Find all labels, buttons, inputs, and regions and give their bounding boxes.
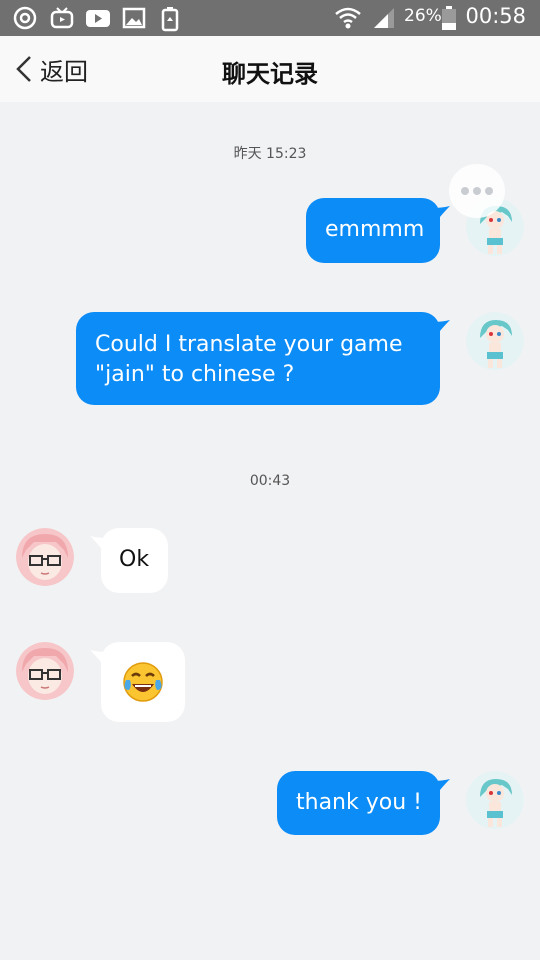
pink-hair-avatar-icon	[16, 642, 74, 700]
sync-icon	[13, 6, 37, 30]
anime-avatar-icon	[466, 312, 524, 370]
page-title: 聊天记录	[222, 60, 318, 88]
message-text-line: "jain" to chinese ?	[95, 362, 295, 387]
battery-icon	[442, 6, 456, 30]
signal-icon	[374, 8, 394, 28]
message-bubble-outgoing[interactable]: emmmm	[306, 198, 440, 263]
message-text: thank you !	[296, 790, 422, 815]
message-bubble-incoming[interactable]: 😂	[101, 642, 185, 722]
avatar-self[interactable]	[466, 312, 524, 370]
bubble-tail	[432, 206, 450, 222]
message-text-line: Could I translate your game	[95, 332, 403, 357]
battery-percent: 26%	[404, 6, 442, 26]
typing-dot	[473, 187, 481, 195]
anime-avatar-icon	[466, 771, 524, 829]
avatar-self[interactable]	[466, 771, 524, 829]
message-bubble-outgoing[interactable]: thank you !	[277, 771, 440, 835]
youtube-icon	[86, 10, 110, 27]
bubble-tail	[432, 320, 450, 336]
timestamp: 00:43	[249, 473, 291, 489]
title-bar: 返回 聊天记录	[0, 36, 540, 102]
bubble-tail	[432, 779, 450, 795]
typing-dot	[485, 187, 493, 195]
avatar-contact[interactable]	[16, 642, 74, 700]
timestamp: 昨天 15:23	[233, 146, 307, 162]
message-text: emmmm	[325, 217, 425, 242]
avatar-contact[interactable]	[16, 528, 74, 586]
tears-of-joy-emoji-icon	[123, 662, 163, 702]
message-text: Ok	[119, 547, 150, 572]
clock: 00:58	[465, 4, 526, 28]
pink-hair-avatar-icon	[16, 528, 74, 586]
message-bubble-incoming[interactable]: Ok	[101, 528, 168, 593]
typing-indicator	[449, 164, 505, 218]
wifi-icon	[335, 7, 361, 29]
message-bubble-outgoing[interactable]: Could I translate your game "jain" to ch…	[76, 312, 440, 405]
tv-app-icon	[50, 7, 74, 29]
status-bar: 26% 00:58	[0, 0, 540, 36]
battery-saver-icon	[161, 7, 179, 32]
gallery-icon	[122, 7, 146, 29]
typing-dot	[461, 187, 469, 195]
